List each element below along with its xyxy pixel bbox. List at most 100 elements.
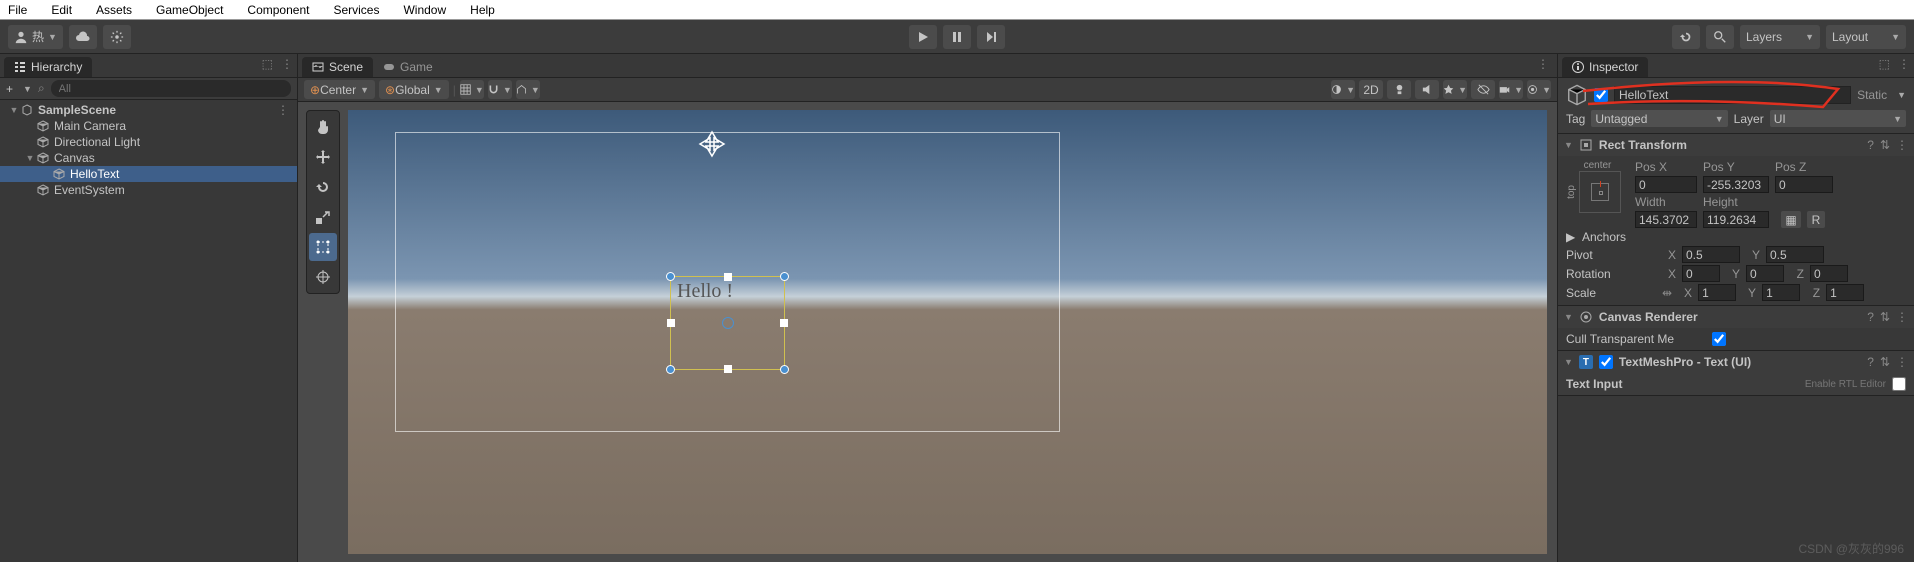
layout-dropdown[interactable]: Layout▼ bbox=[1826, 25, 1906, 49]
canvas-renderer-header[interactable]: ▼ Canvas Renderer ?⇅⋮ bbox=[1558, 306, 1914, 328]
handle-tl[interactable] bbox=[666, 272, 675, 281]
scale-tool[interactable] bbox=[309, 203, 337, 231]
pivot-dropdown[interactable]: ⊕Center▼ bbox=[304, 80, 375, 99]
menu-icon[interactable]: ⋮ bbox=[277, 103, 289, 117]
blueprint-button[interactable]: ▦ bbox=[1781, 211, 1801, 228]
panel-menu-icon[interactable]: ⋮ bbox=[1898, 57, 1910, 71]
selected-rect[interactable]: Hello ! bbox=[670, 276, 785, 370]
cull-checkbox[interactable] bbox=[1712, 332, 1726, 346]
menu-component[interactable]: Component bbox=[247, 3, 309, 17]
preset-icon[interactable]: ⇅ bbox=[1880, 355, 1890, 369]
tree-row[interactable]: ▼SampleScene⋮ bbox=[0, 102, 297, 118]
scale-z-input[interactable] bbox=[1826, 284, 1864, 301]
panel-menu-icon[interactable]: ⋮ bbox=[281, 57, 293, 71]
menu-services[interactable]: Services bbox=[333, 3, 379, 17]
tree-row[interactable]: HelloText bbox=[0, 166, 297, 182]
transform-tool[interactable] bbox=[309, 263, 337, 291]
tmp-enabled-checkbox[interactable] bbox=[1599, 355, 1613, 369]
menu-window[interactable]: Window bbox=[403, 3, 446, 17]
hierarchy-search-input[interactable] bbox=[51, 80, 291, 97]
lighting-button[interactable] bbox=[1387, 80, 1411, 99]
handle-r[interactable] bbox=[780, 319, 788, 327]
height-input[interactable] bbox=[1703, 211, 1769, 228]
scale-y-input[interactable] bbox=[1762, 284, 1800, 301]
menu-edit[interactable]: Edit bbox=[51, 3, 72, 17]
anchors-label[interactable]: Anchors bbox=[1582, 230, 1672, 244]
help-icon[interactable]: ? bbox=[1867, 310, 1874, 324]
tree-row[interactable]: EventSystem bbox=[0, 182, 297, 198]
effects-button[interactable]: ▼ bbox=[1443, 80, 1467, 99]
tree-row[interactable]: ▼Canvas bbox=[0, 150, 297, 166]
tmp-header[interactable]: ▼ T TextMeshPro - Text (UI) ?⇅⋮ bbox=[1558, 351, 1914, 373]
handle-dropdown[interactable]: ⊛Global▼ bbox=[379, 80, 449, 99]
tree-row[interactable]: Main Camera bbox=[0, 118, 297, 134]
rtl-checkbox[interactable] bbox=[1892, 377, 1906, 391]
menu-icon[interactable]: ⋮ bbox=[1896, 355, 1908, 369]
snap-button[interactable]: ▼ bbox=[488, 80, 512, 99]
handle-l[interactable] bbox=[667, 319, 675, 327]
width-input[interactable] bbox=[1635, 211, 1697, 228]
layer-dropdown[interactable]: UI▼ bbox=[1770, 110, 1906, 127]
manage-button[interactable] bbox=[103, 25, 131, 49]
rect-transform-header[interactable]: ▼ Rect Transform ?⇅⋮ bbox=[1558, 134, 1914, 156]
pause-button[interactable] bbox=[943, 25, 971, 49]
shading-dropdown[interactable]: ▼ bbox=[1331, 80, 1355, 99]
menu-gameobject[interactable]: GameObject bbox=[156, 3, 223, 17]
hidden-button[interactable] bbox=[1471, 80, 1495, 99]
handle-b[interactable] bbox=[724, 365, 732, 373]
move-tool[interactable] bbox=[309, 143, 337, 171]
tree-row[interactable]: Directional Light bbox=[0, 134, 297, 150]
rot-z-input[interactable] bbox=[1810, 265, 1848, 282]
gameobject-name-input[interactable] bbox=[1614, 86, 1851, 104]
pivot-y-input[interactable] bbox=[1766, 246, 1824, 263]
undo-history-button[interactable] bbox=[1672, 25, 1700, 49]
play-button[interactable] bbox=[909, 25, 937, 49]
grid-button[interactable]: ▼ bbox=[460, 80, 484, 99]
posx-input[interactable] bbox=[1635, 176, 1697, 193]
pivot-center-icon[interactable] bbox=[722, 317, 734, 329]
increment-button[interactable]: ▼ bbox=[516, 80, 540, 99]
audio-button[interactable] bbox=[1415, 80, 1439, 99]
menu-assets[interactable]: Assets bbox=[96, 3, 132, 17]
raw-edit-button[interactable]: R bbox=[1807, 211, 1825, 228]
menu-file[interactable]: File bbox=[8, 3, 27, 17]
preset-icon[interactable]: ⇅ bbox=[1880, 138, 1890, 152]
scene-tab[interactable]: Scene bbox=[302, 57, 373, 77]
handle-bl[interactable] bbox=[666, 365, 675, 374]
panel-lock-icon[interactable]: ⬚ bbox=[262, 57, 273, 71]
active-checkbox[interactable] bbox=[1594, 88, 1608, 102]
preset-icon[interactable]: ⇅ bbox=[1880, 310, 1890, 324]
rotate-tool[interactable] bbox=[309, 173, 337, 201]
step-button[interactable] bbox=[977, 25, 1005, 49]
hierarchy-tree[interactable]: ▼SampleScene⋮Main CameraDirectional Ligh… bbox=[0, 100, 297, 562]
fold-icon[interactable]: ▼ bbox=[8, 105, 20, 115]
2d-button[interactable]: 2D bbox=[1359, 80, 1383, 99]
menu-icon[interactable]: ⋮ bbox=[1896, 138, 1908, 152]
search-button[interactable] bbox=[1706, 25, 1734, 49]
anchor-preset-button[interactable] bbox=[1579, 171, 1621, 213]
pivot-x-input[interactable] bbox=[1682, 246, 1740, 263]
handle-tr[interactable] bbox=[780, 272, 789, 281]
layers-dropdown[interactable]: Layers▼ bbox=[1740, 25, 1820, 49]
rect-tool[interactable] bbox=[309, 233, 337, 261]
hand-tool[interactable] bbox=[309, 113, 337, 141]
cloud-button[interactable] bbox=[69, 25, 97, 49]
menu-icon[interactable]: ⋮ bbox=[1896, 310, 1908, 324]
tag-dropdown[interactable]: Untagged▼ bbox=[1591, 110, 1727, 127]
scene-viewport[interactable]: Hello ! bbox=[298, 102, 1557, 562]
gizmo-button[interactable]: ▼ bbox=[1527, 80, 1551, 99]
add-icon[interactable]: + bbox=[6, 82, 13, 96]
panel-menu-icon[interactable]: ⋮ bbox=[1537, 57, 1549, 71]
fold-icon[interactable]: ▼ bbox=[24, 153, 36, 163]
static-dropdown[interactable]: ▼ bbox=[1897, 90, 1906, 100]
link-icon[interactable]: ⇹ bbox=[1662, 286, 1672, 300]
handle-br[interactable] bbox=[780, 365, 789, 374]
help-icon[interactable]: ? bbox=[1867, 138, 1874, 152]
rot-y-input[interactable] bbox=[1746, 265, 1784, 282]
camera-settings-button[interactable]: ▼ bbox=[1499, 80, 1523, 99]
help-icon[interactable]: ? bbox=[1867, 355, 1874, 369]
posz-input[interactable] bbox=[1775, 176, 1833, 193]
rot-x-input[interactable] bbox=[1682, 265, 1720, 282]
posy-input[interactable] bbox=[1703, 176, 1769, 193]
inspector-tab[interactable]: Inspector bbox=[1562, 57, 1648, 77]
